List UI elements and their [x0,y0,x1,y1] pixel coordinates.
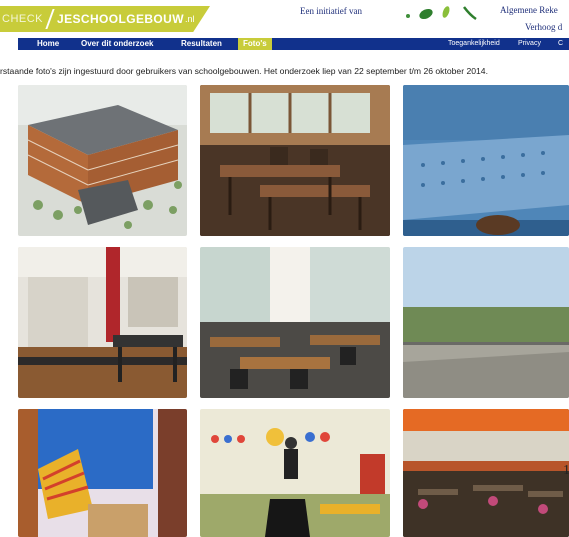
logo-divider [45,9,55,29]
photo-rooftop-view[interactable] [403,247,569,398]
logo-name: JESCHOOLGEBOUW [57,12,184,26]
nav-resultaten[interactable]: Resultaten [181,38,222,50]
nav-fotos[interactable]: Foto's [238,38,272,50]
photo-study-room-with-desks[interactable] [200,247,390,398]
photo-classroom-chairs-on-tables[interactable] [200,85,390,236]
nav-toegankelijkheid[interactable]: Toegankelijkheid [448,38,500,50]
main-nav: Home Over dit onderzoek Resultaten Foto'… [18,38,569,50]
nav-privacy[interactable]: Privacy [518,38,541,50]
initiative-text: Een initiatief van [300,6,362,16]
photo-blue-perforated-bench[interactable] [403,85,569,236]
logo-suffix: .nl [184,14,195,24]
intro-text: rstaande foto's zijn ingestuurd door geb… [0,66,488,76]
nav-home[interactable]: Home [37,38,59,50]
nav-contact[interactable]: C [558,38,563,50]
logo-prefix: CHECK [2,13,44,25]
site-logo[interactable]: CHECK JESCHOOLGEBOUW .nl [0,6,210,32]
partner-org-name[interactable]: Algemene Reke [500,5,558,15]
photo-colorful-fabric-corner[interactable] [18,409,187,537]
photo-cafeteria-orange-ceiling[interactable] [403,409,569,537]
partner-leaf-icon [406,6,477,21]
photo-hall-with-red-pillar[interactable] [18,247,187,398]
page-number: 1 [563,463,569,478]
partner-org-tagline: Verhoog d [525,22,563,32]
photo-hallway-with-person[interactable] [200,409,390,537]
nav-over-dit-onderzoek[interactable]: Over dit onderzoek [81,38,153,50]
photo-school-building-render[interactable] [18,85,187,236]
